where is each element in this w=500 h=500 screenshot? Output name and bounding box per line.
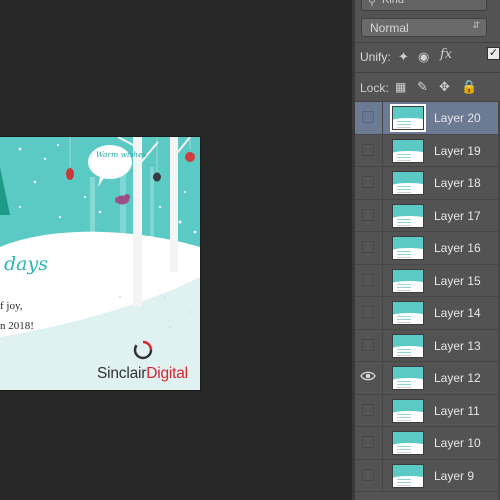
visibility-toggle[interactable]: [362, 436, 374, 448]
layer-name[interactable]: Layer 18: [434, 176, 481, 190]
divider: [382, 134, 383, 166]
layer-name[interactable]: Layer 10: [434, 436, 481, 450]
card-line-1: f joy,: [0, 300, 23, 312]
layer-row[interactable]: Layer 11: [355, 394, 500, 427]
divider: [382, 199, 383, 231]
lock-all-icon[interactable]: 🔒: [461, 80, 477, 93]
chevron-updown-icon: ⇵: [472, 20, 480, 30]
visibility-toggle[interactable]: [362, 273, 374, 286]
layer-thumbnail[interactable]: [390, 104, 426, 132]
divider: [382, 394, 383, 426]
divider: [382, 362, 383, 394]
blend-mode-value: Normal: [370, 21, 409, 35]
layer-row[interactable]: Layer 14: [355, 297, 500, 330]
propagate-frame-checkbox[interactable]: ✓: [487, 47, 500, 60]
visibility-toggle[interactable]: [362, 143, 374, 156]
layer-name[interactable]: Layer 16: [434, 241, 481, 255]
search-icon: ⚲: [368, 0, 377, 8]
lock-image-brush-icon[interactable]: ✎: [417, 80, 428, 93]
divider: [382, 232, 383, 264]
blend-mode-dropdown[interactable]: Normal ⇵: [361, 18, 487, 37]
card-line-2: n 2018!: [0, 320, 34, 332]
divider: [382, 167, 383, 199]
unify-style-fx-icon[interactable]: fx: [440, 48, 452, 61]
layer-thumbnail[interactable]: [392, 463, 424, 488]
divider: [355, 72, 500, 73]
layers-panel: ⚲ Kind Normal ⇵ Unify: ✦ ◉ fx ✓ Lock: ▦ …: [352, 0, 500, 500]
divider: [382, 297, 383, 329]
card-title: days: [4, 253, 48, 275]
layer-row[interactable]: Layer 18: [355, 167, 500, 200]
layer-thumbnail[interactable]: [392, 236, 424, 260]
layer-thumbnail[interactable]: [392, 333, 424, 358]
lock-transparent-icon[interactable]: ▦: [395, 81, 406, 94]
layer-thumbnail[interactable]: [392, 171, 424, 195]
layer-thumbnail[interactable]: [392, 366, 424, 390]
layer-name[interactable]: Layer 13: [434, 339, 481, 353]
lock-position-move-icon[interactable]: ✥: [439, 80, 450, 93]
layer-name[interactable]: Layer 9: [434, 469, 474, 483]
layer-row[interactable]: Layer 15: [355, 264, 500, 297]
brand-part-2: Digital: [146, 365, 188, 382]
layer-thumbnail[interactable]: [392, 203, 424, 228]
visibility-toggle[interactable]: [362, 306, 374, 318]
layers-list: Layer 20 Layer 19 Layer 18 Layer 17 Layer 16…: [355, 102, 500, 492]
filter-kind-label: Kind: [382, 0, 405, 6]
unify-position-icon[interactable]: ✦: [398, 50, 409, 63]
unify-visibility-icon[interactable]: ◉: [418, 50, 429, 63]
unify-label: Unify:: [360, 50, 391, 64]
divider: [382, 329, 383, 361]
holiday-card-artboard[interactable]: Warm wishes days f joy, n 2018! Sinclair…: [0, 137, 200, 390]
layer-thumbnail[interactable]: [392, 398, 424, 423]
document-canvas[interactable]: Warm wishes days f joy, n 2018! Sinclair…: [0, 0, 352, 500]
visibility-toggle[interactable]: [362, 241, 374, 253]
bubble-text: Warm wishes: [96, 150, 147, 159]
layer-name[interactable]: Layer 11: [434, 404, 480, 418]
layer-filter-row: ⚲ Kind: [355, 0, 500, 14]
visibility-toggle[interactable]: [362, 111, 374, 123]
layer-name[interactable]: Layer 14: [434, 306, 481, 320]
layer-thumbnail[interactable]: [392, 138, 424, 163]
visibility-toggle[interactable]: [362, 338, 374, 351]
visibility-toggle[interactable]: [362, 176, 374, 188]
layer-name[interactable]: Layer 20: [434, 111, 481, 125]
layer-row[interactable]: Layer 13: [355, 329, 500, 362]
layer-thumbnail[interactable]: [392, 301, 424, 325]
layer-row[interactable]: Layer 10: [355, 427, 500, 460]
layer-row[interactable]: Layer 16: [355, 232, 500, 265]
layer-row[interactable]: Layer 20: [355, 102, 500, 135]
layer-row[interactable]: Layer 19: [355, 134, 500, 167]
layer-row[interactable]: Layer 12: [355, 362, 500, 395]
layer-thumbnail[interactable]: [392, 431, 424, 455]
visibility-toggle[interactable]: [362, 468, 374, 481]
divider: [355, 42, 500, 43]
brand-part-1: Sinclair: [97, 365, 147, 382]
lock-label: Lock:: [360, 81, 389, 95]
divider: [382, 459, 383, 491]
divider: [382, 102, 383, 134]
layer-row[interactable]: Layer 9: [355, 459, 500, 492]
layer-name[interactable]: Layer 12: [434, 371, 481, 385]
layer-name[interactable]: Layer 19: [434, 144, 481, 158]
divider: [382, 264, 383, 296]
layer-row[interactable]: Layer 17: [355, 199, 500, 232]
visibility-toggle[interactable]: [362, 208, 374, 221]
layer-thumbnail[interactable]: [392, 268, 424, 293]
layer-name[interactable]: Layer 15: [434, 274, 481, 288]
eye-visibility-icon[interactable]: [360, 369, 376, 383]
visibility-toggle[interactable]: [362, 403, 374, 416]
divider: [382, 427, 383, 459]
layer-name[interactable]: Layer 17: [434, 209, 481, 223]
layer-filter-dropdown[interactable]: ⚲ Kind: [361, 0, 487, 11]
brand-logo-text: SinclairDigital: [97, 365, 188, 383]
